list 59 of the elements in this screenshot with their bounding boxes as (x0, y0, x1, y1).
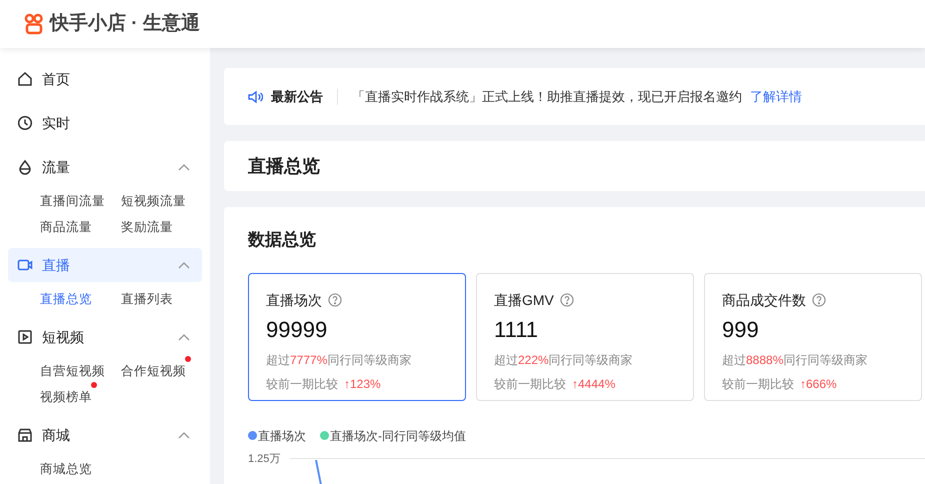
line-drawing (315, 460, 323, 484)
submenu-item[interactable]: 视频榜单 (40, 390, 92, 404)
compare-label: 较前一期比较 (266, 376, 338, 392)
chevron-icon[interactable] (178, 163, 190, 171)
play-icon (17, 329, 33, 345)
logo-icon (24, 13, 44, 35)
metric-value: 1111 (494, 316, 540, 344)
sidebar-item[interactable]: 短视频 (8, 320, 202, 354)
change-value: ↑666% (800, 376, 837, 392)
peer-comparison: 超过7777%同行同等级商家 (266, 352, 412, 368)
chevron-icon[interactable] (178, 333, 190, 341)
compare-label: 较前一期比较 (494, 376, 566, 392)
submenu-item[interactable]: 直播列表 (121, 292, 173, 306)
metric-label: 直播场次 (266, 290, 322, 310)
sidebar-item[interactable]: 直播 (8, 248, 202, 282)
metric-value: 99999 (266, 316, 328, 344)
submenu-item[interactable]: 直播总览 (40, 292, 92, 306)
help-icon[interactable] (812, 293, 826, 307)
notice-text: 「直播实时作战系统」正式上线！助推直播提效，现已开启报名邀约 (352, 88, 742, 106)
store-icon (17, 427, 33, 443)
y-axis-label: 1.25万 (248, 452, 282, 466)
submenu-item[interactable]: 直播间流量 (40, 194, 105, 208)
submenu-item[interactable]: 自营短视频 (40, 364, 105, 378)
peer-comparison: 超过8888%同行同等级商家 (722, 352, 868, 368)
metric-card[interactable]: 直播场次 99999 超过7777%同行同等级商家 较前一期比较 ↑123% (248, 272, 466, 400)
speaker-icon (248, 90, 263, 104)
peer-comparison: 超过222%同行同等级商家 (494, 352, 634, 368)
submenu-item[interactable]: 商城总览 (40, 462, 92, 476)
page-title: 直播总览 (248, 154, 320, 178)
change-value: ↑4444% (572, 376, 616, 392)
metric-label: 直播GMV (494, 290, 554, 310)
camera-icon (17, 257, 33, 273)
section-title: 数据总览 (248, 229, 317, 251)
submenu-item[interactable]: 短视频流量 (121, 194, 186, 208)
app-title: 快手小店 · 生意通 (50, 12, 200, 36)
chevron-icon[interactable] (178, 261, 190, 269)
home-icon (17, 71, 33, 87)
sidebar-item[interactable]: 首页 (8, 62, 202, 96)
legend-label: 直播场次 (258, 428, 306, 444)
drop-icon (17, 159, 33, 175)
learn-more-link[interactable]: 了解详情 (750, 86, 802, 106)
submenu-item[interactable]: 合作短视频 (121, 364, 186, 378)
submenu-item[interactable]: 商品流量 (40, 220, 92, 234)
sidebar-item[interactable]: 商城 (8, 418, 202, 452)
help-icon[interactable] (328, 293, 342, 307)
metric-card[interactable]: 商品成交件数 999 超过8888%同行同等级商家 较前一期比较 ↑666% (704, 272, 922, 400)
help-icon[interactable] (560, 293, 574, 307)
chevron-icon[interactable] (178, 431, 190, 439)
legend-label: 直播场次-同行同等级均值 (330, 428, 466, 444)
metric-card[interactable]: 直播GMV 1111 超过222%同行同等级商家 较前一期比较 ↑4444% (476, 272, 694, 400)
sidebar-item[interactable]: 流量 (8, 150, 202, 184)
compare-label: 较前一期比较 (722, 376, 794, 392)
metric-label: 商品成交件数 (722, 290, 806, 310)
clock-icon (17, 115, 33, 131)
metric-value: 999 (722, 316, 760, 344)
sidebar-item[interactable]: 实时 (8, 106, 202, 140)
notice-title: 最新公告 (271, 88, 323, 106)
submenu-item[interactable]: 奖励流量 (121, 220, 173, 234)
change-value: ↑123% (344, 376, 381, 392)
